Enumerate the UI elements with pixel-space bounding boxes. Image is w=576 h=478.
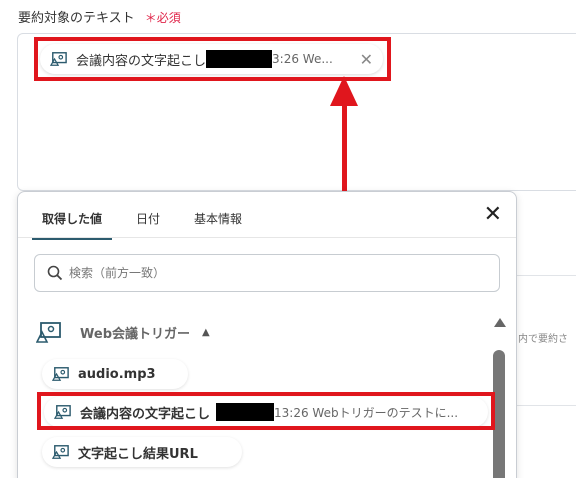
meeting-icon bbox=[36, 322, 61, 343]
list-item-audio[interactable]: audio.mp3 bbox=[42, 359, 188, 389]
chevron-up-icon: ▲ bbox=[202, 326, 210, 338]
redacted-block bbox=[206, 50, 273, 68]
selected-value-chip[interactable]: 会議内容の文字起こし 3:26 We... ✕ bbox=[40, 44, 383, 74]
chip-preview: 3:26 We... bbox=[272, 52, 333, 66]
tab-divider bbox=[18, 237, 516, 238]
field-label: 要約対象のテキスト ＊必須 bbox=[18, 7, 181, 26]
value-picker-panel: 取得した値 日付 基本情報 ✕ Web会議トリガー ▲ bbox=[17, 191, 517, 478]
list-item-label: 文字起こし結果URL bbox=[78, 446, 198, 462]
meeting-icon bbox=[52, 445, 69, 459]
tab-acquired-values[interactable]: 取得した値 bbox=[32, 206, 113, 240]
search-input[interactable] bbox=[69, 266, 449, 280]
search-box[interactable] bbox=[34, 254, 500, 292]
group-header[interactable]: Web会議トリガー ▲ bbox=[36, 320, 210, 344]
chip-label: 会議内容の文字起こし bbox=[76, 53, 207, 69]
required-badge: ＊必須 bbox=[144, 11, 181, 25]
screen: 要約対象のテキスト ＊必須 会議内容の文字起こし 3:26 We... ✕ 内で… bbox=[0, 0, 576, 478]
scrollbar[interactable] bbox=[493, 318, 507, 478]
picker-tabs: 取得した値 日付 基本情報 bbox=[32, 206, 266, 240]
list-item-label: 会議内容の文字起こし bbox=[80, 406, 211, 422]
redacted-block bbox=[216, 403, 275, 421]
list-item-preview: 13:26 Webトリガーのテストに... bbox=[274, 405, 459, 420]
close-icon[interactable]: ✕ bbox=[484, 204, 502, 226]
meeting-icon bbox=[54, 405, 71, 419]
tab-date[interactable]: 日付 bbox=[126, 206, 170, 240]
group-title: Web会議トリガー bbox=[80, 326, 190, 342]
tab-basic-info[interactable]: 基本情報 bbox=[184, 206, 252, 240]
meeting-icon bbox=[52, 367, 69, 381]
field-label-text: 要約対象のテキスト bbox=[18, 11, 135, 26]
background-text: 内で要約さ bbox=[518, 334, 568, 345]
search-icon bbox=[47, 265, 63, 281]
divider bbox=[516, 405, 576, 406]
list-item-transcript-url[interactable]: 文字起こし結果URL bbox=[42, 437, 242, 467]
list-item-transcript[interactable]: 会議内容の文字起こし 13:26 Webトリガーのテストに... bbox=[44, 397, 488, 427]
remove-chip-icon[interactable]: ✕ bbox=[354, 50, 373, 69]
list-item-label: audio.mp3 bbox=[78, 366, 156, 382]
meeting-icon bbox=[50, 52, 67, 66]
scroll-thumb[interactable] bbox=[493, 350, 505, 478]
scroll-up-icon[interactable] bbox=[494, 318, 506, 327]
divider bbox=[516, 275, 576, 276]
